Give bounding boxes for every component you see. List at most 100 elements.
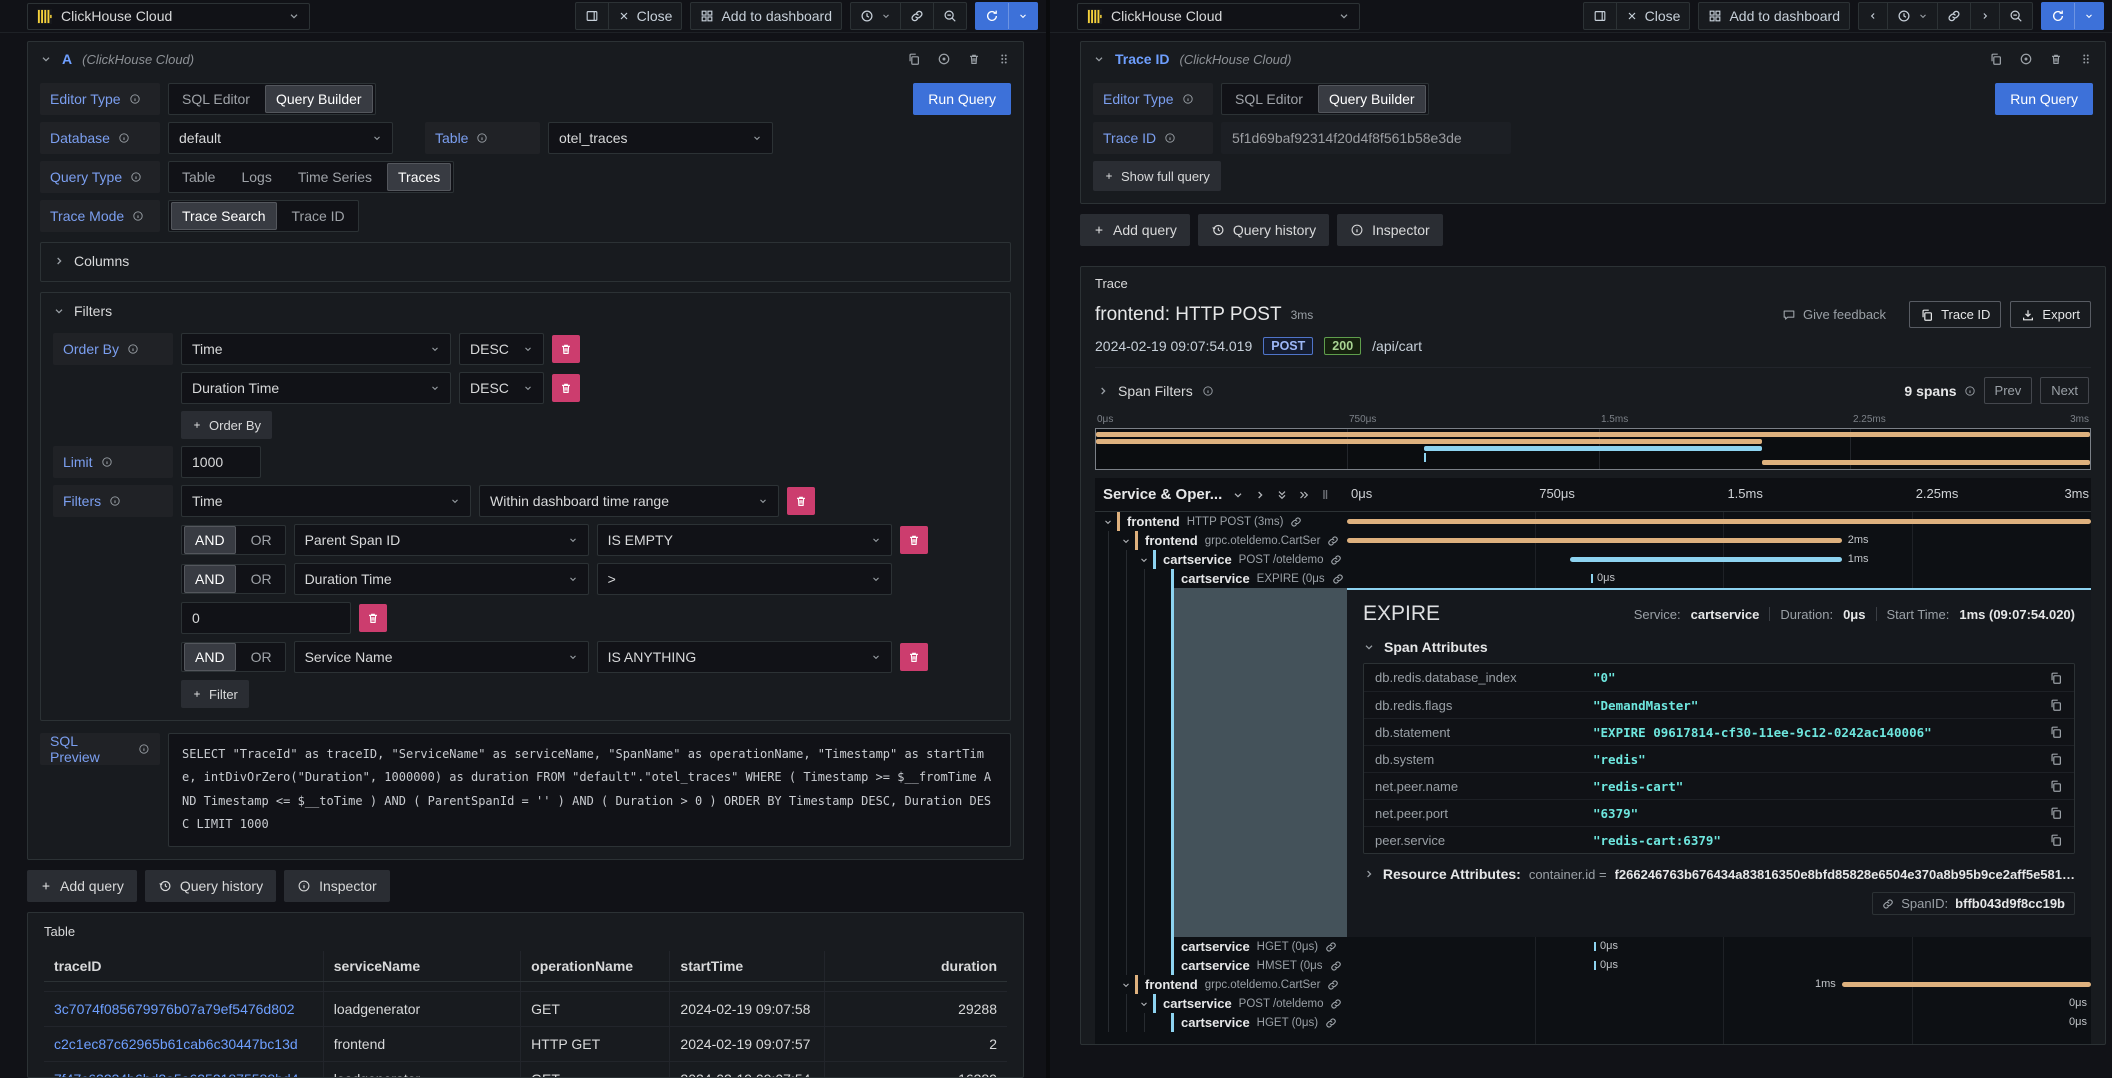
span-timeline-cell[interactable] bbox=[1347, 512, 2091, 531]
span-link-icon[interactable] bbox=[1325, 941, 1337, 953]
run-query-button[interactable]: Run Query bbox=[1995, 83, 2093, 115]
span-timeline-cell[interactable]: 1ms bbox=[1347, 975, 2091, 994]
widen-pane-button[interactable] bbox=[1584, 3, 1616, 29]
and-option[interactable]: AND bbox=[184, 643, 236, 671]
inspector-button[interactable]: Inspector bbox=[284, 870, 390, 902]
span-timeline-cell[interactable]: 1ms bbox=[1347, 550, 2091, 569]
query-type-timeseries[interactable]: Time Series bbox=[285, 162, 385, 192]
give-feedback-button[interactable]: Give feedback bbox=[1782, 307, 1886, 322]
minimap-box[interactable] bbox=[1095, 428, 2091, 470]
trace-minimap[interactable]: 0μs750μs1.5ms2.25ms3ms bbox=[1095, 413, 2091, 470]
and-option[interactable]: AND bbox=[184, 565, 236, 593]
chevron-down-icon[interactable] bbox=[1232, 489, 1244, 501]
add-to-dashboard-button[interactable]: Add to dashboard bbox=[691, 3, 841, 29]
refresh-button[interactable] bbox=[976, 3, 1008, 29]
share-link-button[interactable] bbox=[1937, 3, 1970, 29]
trace-mode-id[interactable]: Trace ID bbox=[279, 201, 358, 231]
info-icon[interactable] bbox=[129, 93, 141, 105]
order-by-dir-select[interactable]: DESC bbox=[459, 372, 544, 404]
col-duration[interactable]: duration bbox=[824, 951, 1007, 982]
span-attributes-toggle[interactable]: Span Attributes bbox=[1363, 639, 2075, 655]
span-link-icon[interactable] bbox=[1330, 554, 1342, 566]
query-type-traces[interactable]: Traces bbox=[387, 163, 451, 191]
span-link-icon[interactable] bbox=[1332, 573, 1344, 585]
database-select[interactable]: default bbox=[168, 122, 393, 154]
span-timeline-cell[interactable]: 0μs bbox=[1347, 994, 2091, 1013]
time-range-button[interactable] bbox=[851, 3, 900, 29]
remove-filter-button[interactable] bbox=[787, 487, 815, 515]
col-traceid[interactable]: traceID bbox=[44, 951, 323, 982]
span-timeline-cell[interactable]: 2ms bbox=[1347, 531, 2091, 550]
span-row[interactable]: frontendgrpc.oteldemo.CartSer2ms bbox=[1095, 531, 2091, 550]
collapse-span-icon[interactable] bbox=[1139, 999, 1153, 1009]
span-row[interactable]: cartserviceHMSET (0μs0μs bbox=[1095, 956, 2091, 975]
disable-query-icon[interactable] bbox=[2019, 52, 2033, 66]
query-ref-name[interactable]: A bbox=[62, 51, 72, 67]
span-timeline-cell[interactable]: 0μs bbox=[1347, 956, 2091, 975]
span-timeline-cell[interactable]: 0μs bbox=[1347, 1013, 2091, 1032]
span-name-cell[interactable]: cartserviceHGET (0μs) bbox=[1095, 1013, 1347, 1032]
span-row[interactable]: frontendHTTP POST (3ms) bbox=[1095, 512, 2091, 531]
info-icon[interactable] bbox=[127, 343, 139, 355]
zoom-out-button[interactable] bbox=[1999, 3, 2032, 29]
remove-filter-button[interactable] bbox=[900, 526, 928, 554]
datasource-picker[interactable]: ClickHouse Cloud bbox=[27, 3, 310, 30]
datasource-picker[interactable]: ClickHouse Cloud bbox=[1077, 3, 1360, 30]
span-link-icon[interactable] bbox=[1327, 535, 1339, 547]
resource-attributes-row[interactable]: Resource Attributes: container.id = f266… bbox=[1363, 866, 2075, 882]
filter-op-select[interactable]: IS ANYTHING bbox=[597, 641, 892, 673]
info-icon[interactable] bbox=[109, 495, 121, 507]
limit-input[interactable]: 1000 bbox=[181, 446, 261, 478]
sql-editor-option[interactable]: SQL Editor bbox=[169, 84, 263, 114]
order-by-field-select[interactable]: Time bbox=[181, 333, 451, 365]
trace-id-button[interactable]: Trace ID bbox=[1909, 301, 2001, 328]
disable-query-icon[interactable] bbox=[937, 52, 951, 66]
span-timeline-cell[interactable]: 0μs bbox=[1347, 937, 2091, 956]
collapse-span-icon[interactable] bbox=[1103, 517, 1117, 527]
col-starttime[interactable]: startTime bbox=[670, 951, 824, 982]
info-icon[interactable] bbox=[1182, 93, 1194, 105]
info-icon[interactable] bbox=[476, 132, 488, 144]
collapse-all-icon[interactable] bbox=[1276, 489, 1288, 501]
add-order-by-button[interactable]: Order By bbox=[181, 411, 272, 439]
info-icon[interactable] bbox=[118, 132, 130, 144]
or-option[interactable]: OR bbox=[238, 643, 285, 671]
query-builder-option[interactable]: Query Builder bbox=[265, 85, 373, 113]
refresh-interval-button[interactable] bbox=[2074, 3, 2103, 29]
filter-op-select[interactable]: IS EMPTY bbox=[597, 524, 892, 556]
trace-id-link[interactable]: c2c1ec87c62965b61cab6c30447bc13d bbox=[54, 1036, 298, 1052]
span-link-icon[interactable] bbox=[1290, 516, 1302, 528]
span-link-icon[interactable] bbox=[1325, 1017, 1337, 1029]
span-name-cell[interactable]: cartservicePOST /oteldemo bbox=[1095, 550, 1347, 569]
span-name-cell[interactable]: frontendHTTP POST (3ms) bbox=[1095, 512, 1347, 531]
run-query-button[interactable]: Run Query bbox=[913, 83, 1011, 115]
order-by-field-select[interactable]: Duration Time bbox=[181, 372, 451, 404]
span-row[interactable]: cartservicePOST /oteldemo0μs bbox=[1095, 994, 2091, 1013]
copy-attribute-button[interactable] bbox=[2049, 725, 2063, 739]
zoom-out-button[interactable] bbox=[933, 3, 966, 29]
chevron-right-icon[interactable] bbox=[1254, 489, 1266, 501]
col-servicename[interactable]: serviceName bbox=[323, 951, 520, 982]
order-by-dir-select[interactable]: DESC bbox=[459, 333, 544, 365]
span-link-icon[interactable] bbox=[1327, 979, 1339, 991]
copy-attribute-button[interactable] bbox=[2049, 671, 2063, 685]
column-resize-handle[interactable]: ‖ bbox=[1322, 488, 1329, 502]
table-select[interactable]: otel_traces bbox=[548, 122, 773, 154]
export-button[interactable]: Export bbox=[2010, 301, 2091, 328]
expand-all-icon[interactable] bbox=[1298, 489, 1310, 501]
copy-attribute-button[interactable] bbox=[2049, 833, 2063, 847]
filter-value-input[interactable]: 0 bbox=[181, 602, 351, 634]
inspector-button[interactable]: Inspector bbox=[1337, 214, 1443, 246]
info-icon[interactable] bbox=[1202, 385, 1214, 397]
span-row[interactable]: cartserviceEXPIRE (0μs0μs bbox=[1095, 569, 2091, 588]
copy-attribute-button[interactable] bbox=[2049, 779, 2063, 793]
widen-pane-button[interactable] bbox=[576, 3, 608, 29]
span-filters-toggle[interactable]: Span Filters bbox=[1097, 383, 1214, 399]
query-type-table[interactable]: Table bbox=[169, 162, 228, 192]
time-shift-back-button[interactable] bbox=[1859, 3, 1887, 29]
collapse-span-icon[interactable] bbox=[1121, 980, 1135, 990]
info-icon[interactable] bbox=[101, 456, 113, 468]
remove-filter-button[interactable] bbox=[359, 604, 387, 632]
info-icon[interactable] bbox=[1964, 385, 1976, 397]
info-icon[interactable] bbox=[1164, 132, 1176, 144]
